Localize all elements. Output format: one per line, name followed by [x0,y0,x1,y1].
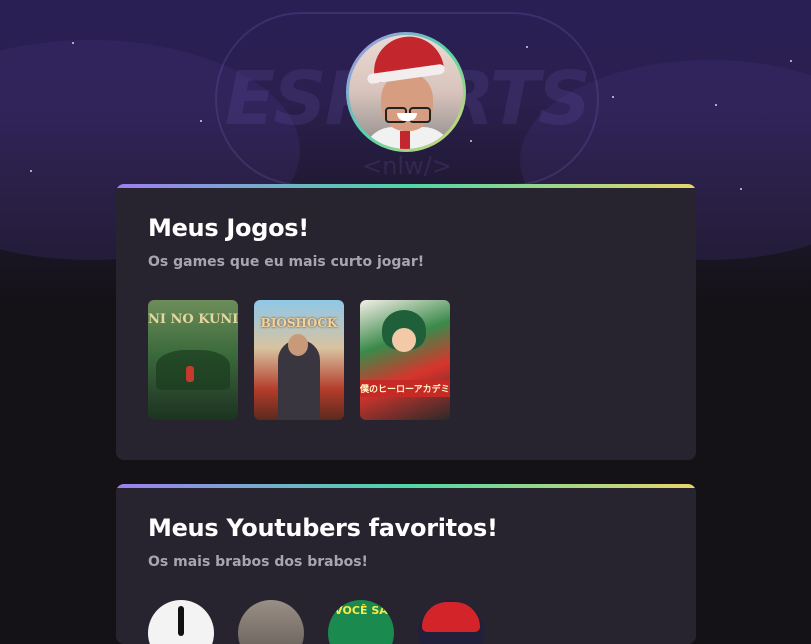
star [715,104,717,106]
youtubers-card: Meus Youtubers favoritos! Os mais brabos… [116,484,696,644]
youtubers-title: Meus Youtubers favoritos! [148,514,498,542]
game-cover-bioshock[interactable]: BIOSHOCK [254,300,344,420]
channel-3-avatar-icon[interactable]: VOCÊ SA [328,600,394,644]
star [526,46,528,48]
star [200,120,202,122]
game-cover-title: NI NO KUNI [148,312,238,327]
game-cover-my-hero-academia[interactable]: 僕のヒーローアカデミア [360,300,450,420]
profile-photo-icon [349,35,463,149]
game-cover-title: 僕のヒーローアカデミア [360,380,450,397]
games-title: Meus Jogos! [148,214,309,242]
star [740,188,742,190]
games-list: NI NO KUNI BIOSHOCK 僕のヒーローアカデミア [148,300,450,420]
card-accent-bar [116,484,696,488]
channel-3-avatar-text: VOCÊ SA [334,604,388,617]
star [612,96,614,98]
star [72,42,74,44]
games-subtitle: Os games que eu mais curto jogar! [148,254,425,270]
game-cover-ni-no-kuni[interactable]: NI NO KUNI [148,300,238,420]
games-card: Meus Jogos! Os games que eu mais curto j… [116,184,696,460]
background-logo-sub: <nlw/> [362,152,452,180]
youtubers-subtitle: Os mais brabos dos brabos! [148,554,368,570]
profile-avatar [346,32,466,152]
card-accent-bar [116,184,696,188]
star [30,170,32,172]
star [470,140,472,142]
game-cover-title: BIOSHOCK [260,316,338,330]
channel-1-avatar-icon[interactable] [148,600,214,644]
star [790,60,792,62]
youtubers-list: VOCÊ SA [148,600,484,644]
channel-2-avatar-icon[interactable] [238,600,304,644]
channel-4-avatar-icon[interactable] [418,600,484,644]
